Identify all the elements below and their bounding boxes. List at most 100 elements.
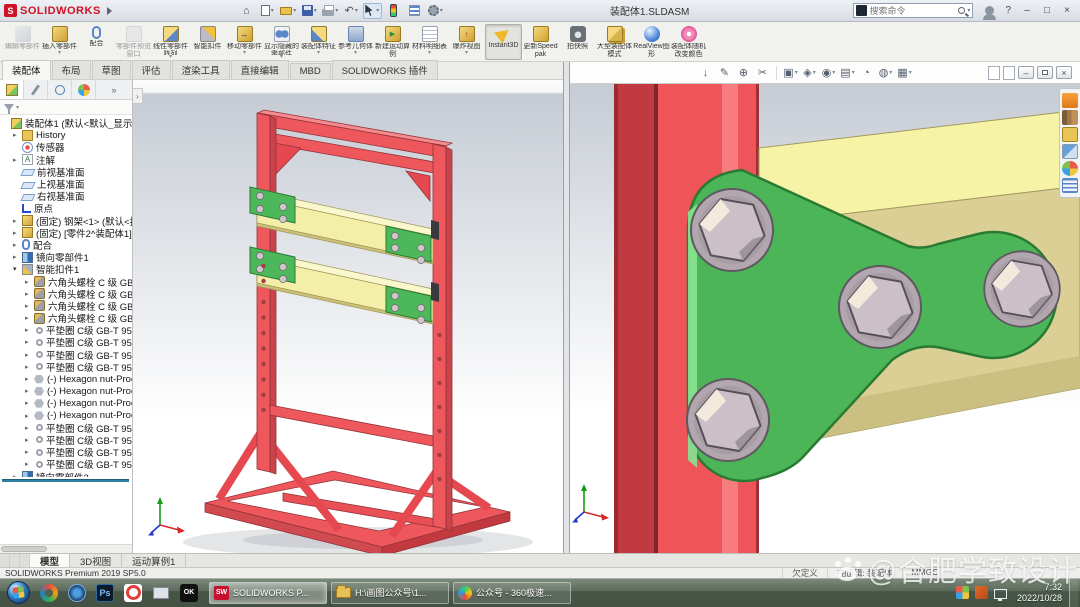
pinned-app-colorful[interactable] xyxy=(35,580,63,606)
tree-item[interactable]: 上视基准面 xyxy=(0,178,132,190)
pinned-app-ok[interactable]: OK xyxy=(175,580,203,606)
expand-arrow-icon[interactable] xyxy=(25,338,34,346)
tab-list-icon[interactable] xyxy=(20,554,30,567)
expand-arrow-icon[interactable] xyxy=(25,375,34,383)
tree-item[interactable]: 配合 xyxy=(0,239,132,251)
command-search[interactable]: ▾ xyxy=(853,3,974,18)
scrollbar-thumb[interactable] xyxy=(1,546,47,552)
detail-model[interactable] xyxy=(570,84,1080,553)
command-button[interactable]: 智能扣件 xyxy=(189,24,226,60)
tray-clock[interactable]: 7:32 2022/10/28 xyxy=(1017,582,1062,604)
view-orientation-icon[interactable]: ▣ xyxy=(782,64,799,81)
expand-arrow-icon[interactable] xyxy=(25,387,34,395)
ribbon-tab[interactable]: 布局 xyxy=(51,60,91,79)
new-window-icon[interactable] xyxy=(988,65,1000,80)
tree-item[interactable]: 平垫圈 C级 GB-T 95-2002<17> xyxy=(0,324,132,336)
tree-item[interactable]: 镜向零部件1 xyxy=(0,251,132,263)
restore-button[interactable]: □ xyxy=(1038,3,1056,18)
ribbon-tab[interactable]: SOLIDWORKS 插件 xyxy=(331,60,438,79)
flyout-tree-expander[interactable]: › xyxy=(133,88,143,104)
expand-arrow-icon[interactable] xyxy=(25,424,34,432)
taskbar-window-button[interactable]: SW SOLIDWORKS P... xyxy=(209,581,327,604)
command-button[interactable]: 装配体随机改变颜色 xyxy=(670,24,707,60)
search-icon[interactable] xyxy=(958,7,966,14)
start-button[interactable] xyxy=(7,581,30,604)
tab-scroll-right-icon[interactable] xyxy=(10,554,20,567)
command-button[interactable]: 爆炸视图 xyxy=(448,24,485,60)
taskbar-window-button[interactable]: H:\画图公众号\1... xyxy=(331,581,449,604)
tree-item[interactable]: (-) Hexagon nut-Product gra xyxy=(0,385,132,397)
viewport-divider[interactable] xyxy=(563,62,570,553)
view-settings-icon[interactable]: ◍ xyxy=(877,64,894,81)
appearances-scenes-icon[interactable] xyxy=(1062,161,1078,176)
configurationmanager-tab[interactable] xyxy=(48,80,72,99)
section-view-icon[interactable]: ✂ xyxy=(754,64,771,81)
pinned-app-blue-circle[interactable] xyxy=(63,580,91,606)
cascade-window-icon[interactable] xyxy=(1003,65,1015,80)
command-button[interactable]: 显示隐藏的零部件 xyxy=(263,24,300,60)
expand-arrow-icon[interactable] xyxy=(25,290,34,298)
tree-item[interactable]: 平垫圈 C级 GB-T 95-2002<20> xyxy=(0,361,132,373)
tree-item[interactable]: 装配体1 (默认<默认_显示状态-1>) xyxy=(0,117,132,129)
propertymanager-tab[interactable] xyxy=(24,80,48,99)
edit-appearance-icon[interactable]: ▤ xyxy=(839,64,856,81)
save-icon[interactable] xyxy=(300,3,319,19)
tree-item[interactable]: 六角头螺栓 C 级 GB-T 5780-2 xyxy=(0,300,132,312)
user-account-icon[interactable] xyxy=(983,6,997,20)
expand-arrow-icon[interactable] xyxy=(13,265,22,273)
ribbon-tab[interactable]: 装配体 xyxy=(2,60,51,80)
filter-caret-icon[interactable]: ▾ xyxy=(16,104,19,111)
help-button[interactable]: ? xyxy=(1005,5,1011,16)
command-button[interactable]: 材料明细表 xyxy=(411,24,448,60)
expand-arrow-icon[interactable] xyxy=(25,326,34,334)
print-icon[interactable] xyxy=(321,3,340,19)
command-button[interactable]: 移动零部件 xyxy=(226,24,263,60)
tree-item[interactable]: 六角头螺栓 C 级 GB-T 5780-2 xyxy=(0,312,132,324)
tree-item[interactable]: (-) Hexagon nut-Product gra xyxy=(0,397,132,409)
expand-arrow-icon[interactable] xyxy=(13,229,22,237)
expand-arrow-icon[interactable] xyxy=(25,460,34,468)
tree-item[interactable]: 六角头螺栓 C 级 GB-T 5780-2 xyxy=(0,288,132,300)
command-button[interactable]: 装配体特征 xyxy=(300,24,337,60)
rebuild-icon[interactable] xyxy=(384,3,403,19)
tree-item[interactable]: (固定) 钢架<1> (默认<按加工 xyxy=(0,215,132,227)
tray-network-display-icon[interactable] xyxy=(993,588,1007,601)
pinned-app-photoshop[interactable]: Ps xyxy=(91,580,119,606)
select-tool-icon[interactable] xyxy=(362,2,382,19)
command-button[interactable]: 零部件预览窗口 xyxy=(115,24,152,60)
command-button[interactable]: 参考几何体 xyxy=(337,24,374,60)
search-caret-icon[interactable]: ▾ xyxy=(967,7,970,14)
expand-arrow-icon[interactable] xyxy=(13,131,22,139)
file-explorer-icon[interactable] xyxy=(1062,127,1078,142)
child-minimize-button[interactable]: – xyxy=(1018,66,1034,79)
tree-item[interactable]: 原点 xyxy=(0,202,132,215)
command-button[interactable]: 配合 xyxy=(78,24,115,60)
expand-arrow-icon[interactable] xyxy=(25,351,34,359)
command-button[interactable]: 更新Speedpak xyxy=(522,24,559,60)
expand-arrow-icon[interactable] xyxy=(13,217,22,225)
tree-item[interactable]: 前视基准面 xyxy=(0,166,132,178)
command-button[interactable]: 拍快照 xyxy=(559,24,596,60)
pinned-app-red-ring[interactable] xyxy=(119,580,147,606)
show-desktop-button[interactable] xyxy=(1069,578,1078,607)
displaymanager-tab[interactable] xyxy=(72,80,96,99)
command-button[interactable]: RealView图形 xyxy=(633,24,670,60)
tree-item[interactable]: 智能扣件1 xyxy=(0,263,132,275)
expand-arrow-icon[interactable] xyxy=(25,412,34,420)
tree-item[interactable]: (固定) [零件2^装配体1]<1> -> (默 xyxy=(0,227,132,239)
apply-scene-icon[interactable]: ◔ xyxy=(858,64,875,81)
tree-horizontal-scrollbar[interactable] xyxy=(0,544,132,553)
command-button[interactable]: 编辑零部件 xyxy=(4,24,41,60)
command-button[interactable]: 新建运动算例 xyxy=(374,24,411,60)
viewport-detail-view[interactable] xyxy=(570,84,1080,553)
tree-item[interactable]: 右视基准面 xyxy=(0,190,132,202)
viewport-tab[interactable]: 运动算例1 xyxy=(122,554,187,568)
taskbar-window-button[interactable]: 公众号 - 360极速... xyxy=(453,581,571,604)
tray-input-indicator-icon[interactable] xyxy=(955,586,969,599)
expand-arrow-icon[interactable] xyxy=(25,314,34,322)
ribbon-tab[interactable]: 草图 xyxy=(91,60,131,79)
camera-view-icon[interactable]: ▦ xyxy=(896,64,913,81)
filter-funnel-icon[interactable] xyxy=(4,103,14,114)
view-palette-icon[interactable] xyxy=(1062,144,1078,159)
expand-arrow-icon[interactable] xyxy=(25,278,34,286)
